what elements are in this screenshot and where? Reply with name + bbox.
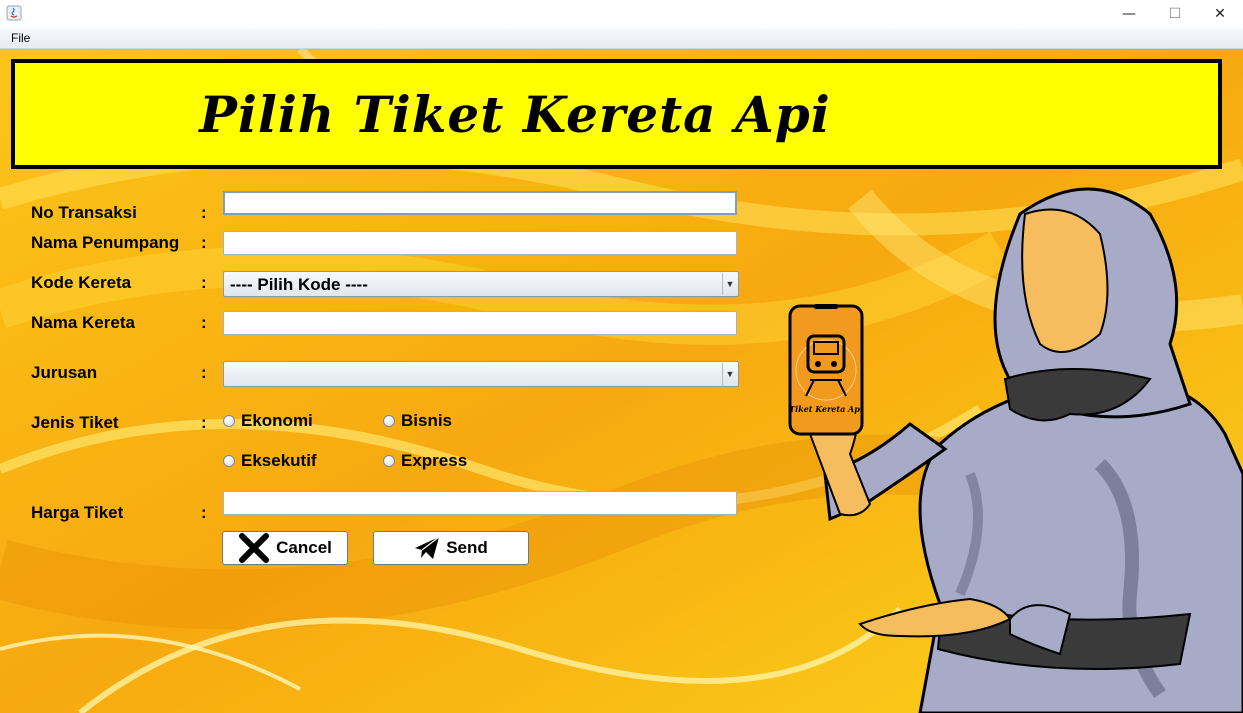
minimize-button[interactable]: — — [1106, 0, 1152, 28]
radio-label: Ekonomi — [241, 411, 313, 430]
colon: : — [201, 203, 207, 222]
cancel-button[interactable]: Cancel — [222, 531, 348, 565]
main-panel: Pilih Tiket Kereta Api No Transaksi : Na… — [0, 49, 1243, 713]
java-app-icon — [6, 5, 22, 21]
cancel-button-label: Cancel — [276, 538, 332, 557]
radio-label: Eksekutif — [241, 451, 317, 470]
chevron-down-icon[interactable]: ▼ — [722, 273, 737, 295]
nama-kereta-input[interactable] — [223, 311, 737, 335]
label-nama-kereta: Nama Kereta — [31, 313, 135, 332]
radio-label: Express — [401, 451, 468, 470]
label-jurusan: Jurusan — [31, 363, 98, 382]
radio-eksekutif[interactable]: Eksekutif — [223, 451, 317, 471]
colon: : — [201, 233, 207, 252]
radio-button-icon[interactable] — [383, 455, 395, 467]
colon: : — [201, 363, 207, 382]
window-titlebar: — ☐ ✕ — [0, 0, 1243, 29]
no-transaksi-input[interactable] — [223, 191, 737, 215]
colon: : — [201, 313, 207, 332]
radio-button-icon[interactable] — [223, 455, 235, 467]
label-nama-penumpang: Nama Penumpang — [31, 233, 180, 252]
menubar: File — [0, 28, 1243, 49]
label-harga-tiket: Harga Tiket — [31, 503, 124, 522]
close-button[interactable]: ✕ — [1197, 0, 1243, 28]
chevron-down-icon[interactable]: ▼ — [722, 363, 737, 385]
radio-button-icon[interactable] — [383, 415, 395, 427]
colon: : — [201, 413, 207, 432]
jurusan-dropdown[interactable]: ▼ — [223, 361, 739, 387]
nama-penumpang-input[interactable] — [223, 231, 737, 255]
label-no-transaksi: No Transaksi — [31, 203, 137, 222]
title-banner: Pilih Tiket Kereta Api — [11, 59, 1222, 169]
label-jenis-tiket: Jenis Tiket — [31, 413, 119, 432]
colon: : — [201, 273, 207, 292]
close-x-icon — [239, 533, 270, 563]
phone-caption: Tiket Kereta Api — [789, 404, 863, 414]
radio-bisnis[interactable]: Bisnis — [383, 411, 452, 431]
harga-tiket-input[interactable] — [223, 491, 737, 515]
colon: : — [201, 503, 207, 522]
radio-express[interactable]: Express — [383, 451, 467, 471]
kode-kereta-selected: ---- Pilih Kode ---- — [230, 275, 368, 294]
menu-file[interactable]: File — [6, 30, 35, 46]
radio-ekonomi[interactable]: Ekonomi — [223, 411, 313, 431]
radio-button-icon[interactable] — [223, 415, 235, 427]
page-title: Pilih Tiket Kereta Api — [199, 84, 831, 144]
radio-label: Bisnis — [401, 411, 453, 430]
kode-kereta-dropdown[interactable]: ---- Pilih Kode ---- ▼ — [223, 271, 739, 297]
woman-holding-phone-illustration: Tiket Kereta Api — [788, 187, 1243, 713]
send-button[interactable]: Send — [373, 531, 529, 565]
send-button-label: Send — [446, 538, 488, 557]
maximize-button[interactable]: ☐ — [1152, 0, 1198, 28]
label-kode-kereta: Kode Kereta — [31, 273, 132, 292]
paper-plane-icon — [415, 536, 440, 559]
